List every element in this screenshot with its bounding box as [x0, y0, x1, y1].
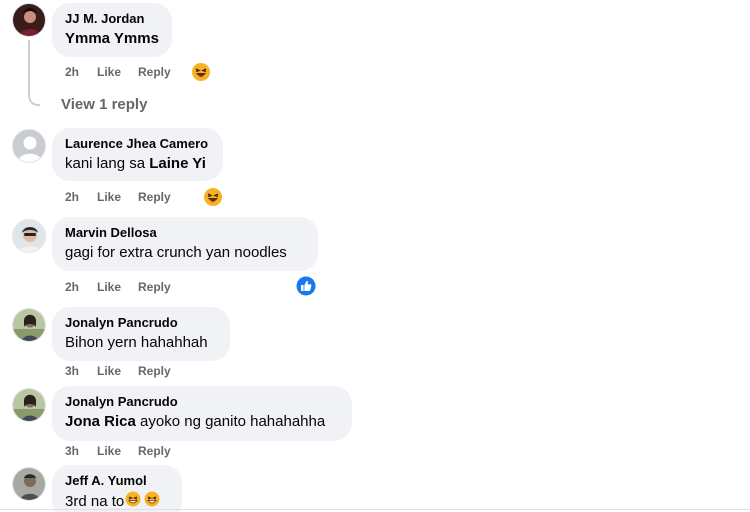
- laugh-emoji-icon[interactable]: [203, 187, 223, 212]
- avatar[interactable]: [12, 308, 46, 342]
- reply-button[interactable]: Reply: [138, 189, 171, 205]
- comment-actions: 3h Like Reply: [65, 443, 171, 459]
- comment-text: gagi for extra crunch yan noodles: [65, 244, 287, 261]
- comment-actions: 2h Like Reply: [65, 279, 171, 295]
- comment-author[interactable]: Jeff A. Yumol: [65, 472, 169, 489]
- comment-bubble: JJ M. Jordan Ymma Ymms: [52, 3, 172, 57]
- comment-time[interactable]: 2h: [65, 64, 97, 80]
- comment-bubble: Jonalyn Pancrudo Jona Rica ayoko ng gani…: [52, 386, 352, 441]
- like-button[interactable]: Like: [97, 443, 138, 459]
- avatar[interactable]: [12, 467, 46, 501]
- comment-author[interactable]: Jonalyn Pancrudo: [65, 393, 339, 410]
- comment-time[interactable]: 3h: [65, 443, 97, 459]
- comment-actions: 2h Like Reply: [65, 64, 171, 80]
- comment-author[interactable]: Jonalyn Pancrudo: [65, 314, 217, 331]
- comment-bubble: Jonalyn Pancrudo Bihon yern hahahhah: [52, 307, 230, 361]
- like-button[interactable]: Like: [97, 64, 138, 80]
- comment-bubble: Laurence Jhea Camero kani lang sa Laine …: [52, 128, 223, 181]
- like-reaction-icon[interactable]: [296, 276, 316, 301]
- tagged-user-link[interactable]: Laine Yi: [149, 155, 206, 172]
- comment-text: Bihon yern hahahhah: [65, 334, 208, 351]
- comment-actions: 2h Like Reply: [65, 189, 171, 205]
- comment-time[interactable]: 2h: [65, 189, 97, 205]
- comment-text: Ymma Ymms: [65, 30, 159, 47]
- avatar[interactable]: [12, 219, 46, 253]
- comment-actions: 3h Like Reply: [65, 363, 171, 379]
- comment-time[interactable]: 3h: [65, 363, 97, 379]
- comment-text: kani lang sa Laine Yi: [65, 155, 206, 172]
- avatar[interactable]: [12, 3, 46, 37]
- reply-thread-line: [28, 40, 40, 106]
- reply-button[interactable]: Reply: [138, 279, 171, 295]
- comment-bubble: Marvin Dellosa gagi for extra crunch yan…: [52, 217, 318, 271]
- reply-button[interactable]: Reply: [138, 443, 171, 459]
- tagged-user-link[interactable]: Jona Rica: [65, 413, 136, 430]
- avatar[interactable]: [12, 129, 46, 163]
- comment-bubble: Jeff A. Yumol 3rd na to: [52, 465, 182, 512]
- comment-author[interactable]: Marvin Dellosa: [65, 224, 305, 241]
- comment-author[interactable]: JJ M. Jordan: [65, 10, 159, 27]
- view-replies-link[interactable]: View 1 reply: [61, 96, 147, 113]
- like-button[interactable]: Like: [97, 363, 138, 379]
- comment-time[interactable]: 2h: [65, 279, 97, 295]
- reply-button[interactable]: Reply: [138, 64, 171, 80]
- comment-author[interactable]: Laurence Jhea Camero: [65, 135, 210, 152]
- like-button[interactable]: Like: [97, 189, 138, 205]
- like-button[interactable]: Like: [97, 279, 138, 295]
- viewport-bottom-edge: [0, 509, 750, 510]
- reply-button[interactable]: Reply: [138, 363, 171, 379]
- laugh-emoji-icon[interactable]: [191, 62, 211, 87]
- avatar[interactable]: [12, 388, 46, 422]
- comment-text: Jona Rica ayoko ng ganito hahahahha: [65, 413, 326, 430]
